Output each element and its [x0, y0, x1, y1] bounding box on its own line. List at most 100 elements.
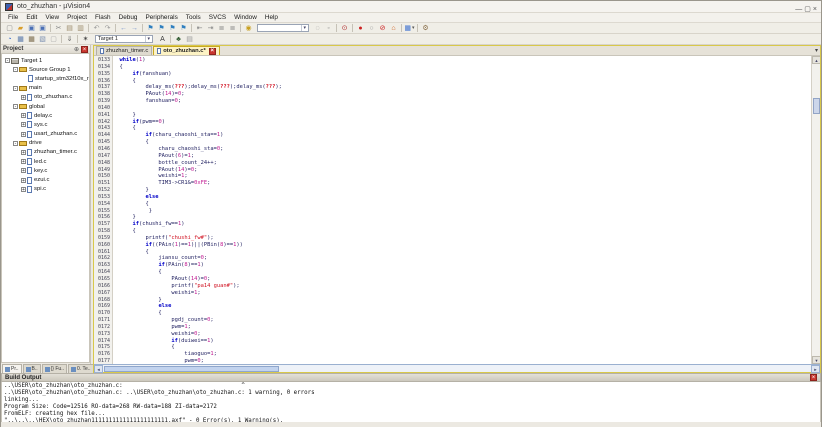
target-select[interactable]: Target 1 ▾	[95, 35, 153, 43]
options-for-target-icon[interactable]: ✶	[80, 35, 91, 44]
restore-button[interactable]: ▢	[804, 6, 811, 13]
expand-icon[interactable]: +	[21, 122, 26, 128]
project-panel-close-icon[interactable]: ×	[81, 45, 88, 53]
navigate-back-icon[interactable]: ←	[118, 24, 129, 33]
expand-icon[interactable]: +	[21, 186, 26, 192]
menu-view[interactable]: View	[41, 14, 63, 21]
indent-icon[interactable]: ⇥	[205, 24, 216, 33]
cut-icon[interactable]: ✂	[53, 24, 64, 33]
menu-tools[interactable]: Tools	[182, 14, 205, 21]
comment-icon[interactable]: ≣	[216, 24, 227, 33]
build-output-close-icon[interactable]: ×	[810, 374, 817, 381]
debug-target-icon[interactable]: ♣	[173, 35, 184, 44]
expand-icon[interactable]: +	[21, 131, 26, 137]
tab-close-icon[interactable]: ×	[208, 47, 216, 55]
save-icon[interactable]: ▣	[26, 24, 37, 33]
menu-debug[interactable]: Debug	[115, 14, 142, 21]
collapse-icon[interactable]: -	[13, 67, 18, 73]
stop-build-icon[interactable]: ▢	[48, 35, 59, 44]
new-file-icon[interactable]: ▢	[4, 24, 15, 33]
expand-icon[interactable]: +	[21, 149, 26, 155]
panel-tab-project[interactable]: Pr..	[2, 364, 22, 373]
menu-svcs[interactable]: SVCS	[205, 14, 230, 21]
kill-all-breakpoints-icon[interactable]: ⊘	[377, 24, 388, 33]
collapse-icon[interactable]: -	[5, 58, 10, 64]
expand-icon[interactable]: +	[21, 113, 26, 119]
panel-tab-functions[interactable]: {} Fu..	[41, 364, 67, 373]
configure-icon[interactable]: ⚙	[420, 24, 431, 33]
menu-edit[interactable]: Edit	[22, 14, 41, 21]
tree-item-usart-zhuzhan-c[interactable]: + usart_zhuzhan.c	[2, 130, 89, 139]
tree-item-target-1[interactable]: - Target 1	[2, 56, 89, 65]
document-tab-oto-zhuzhan-c-[interactable]: oto_zhuzhan.c* ×	[153, 46, 220, 55]
vertical-scrollbar[interactable]: ▲ ▼	[811, 56, 820, 364]
scroll-right-icon[interactable]: ►	[811, 365, 820, 373]
open-folder-icon[interactable]: ▰	[15, 24, 26, 33]
menu-window[interactable]: Window	[230, 14, 261, 21]
scroll-down-icon[interactable]: ▼	[812, 356, 820, 364]
panel-tab-books[interactable]: B..	[22, 364, 41, 373]
uncomment-icon[interactable]: ≣	[227, 24, 238, 33]
menu-flash[interactable]: Flash	[91, 14, 115, 21]
tree-item-startup-stm32f10x-r[interactable]: startup_stm32f10x_r	[2, 74, 89, 83]
pack-installer-icon[interactable]: ▤	[184, 35, 195, 44]
rebuild-all-icon[interactable]: ▦	[26, 35, 37, 44]
expand-icon[interactable]: +	[21, 94, 26, 100]
redo-icon[interactable]: ↷	[102, 24, 113, 33]
tree-item-sys-c[interactable]: + sys.c	[2, 120, 89, 129]
tree-item-ezui-c[interactable]: + ezui.c	[2, 175, 89, 184]
close-button[interactable]: ×	[813, 6, 817, 13]
search-combo[interactable]: ▾	[257, 24, 309, 32]
toggle-bookmark-icon[interactable]: ⚑	[145, 24, 156, 33]
undo-icon[interactable]: ↶	[91, 24, 102, 33]
collapse-icon[interactable]: -	[13, 85, 18, 91]
expand-icon[interactable]: +	[21, 177, 26, 183]
tree-item-key-c[interactable]: + key.c	[2, 166, 89, 175]
paste-icon[interactable]: ▥	[75, 24, 86, 33]
tree-item-oto-zhuzhan-c[interactable]: + oto_zhuzhan.c	[2, 93, 89, 102]
minimize-button[interactable]: —	[795, 6, 802, 13]
scroll-left-icon[interactable]: ◄	[94, 365, 103, 373]
tree-item-source-group-1[interactable]: - Source Group 1	[2, 65, 89, 74]
copy-icon[interactable]: ▤	[64, 24, 75, 33]
menu-project[interactable]: Project	[63, 14, 91, 21]
tree-item-led-c[interactable]: + led.c	[2, 157, 89, 166]
tab-list-dropdown-icon[interactable]: ▾	[815, 47, 818, 54]
document-tab-zhuzhan-timer-c[interactable]: zhuzhan_timer.c	[96, 46, 153, 55]
translate-file-icon[interactable]: ◔	[4, 35, 15, 44]
find-icon[interactable]: ⊙	[339, 24, 350, 33]
tree-item-main[interactable]: - main	[2, 84, 89, 93]
batch-build-icon[interactable]: ▧	[37, 35, 48, 44]
clear-bookmarks-icon[interactable]: ⚑	[178, 24, 189, 33]
debug-windows-icon[interactable]: ▦ ▾	[404, 24, 415, 33]
insert-breakpoint-icon[interactable]: ●	[355, 24, 366, 33]
navigate-forward-icon[interactable]: →	[129, 24, 140, 33]
tree-item-spi-c[interactable]: + spi.c	[2, 185, 89, 194]
tree-item-drive[interactable]: - drive	[2, 139, 89, 148]
build-icon[interactable]: ▦	[15, 35, 26, 44]
prev-bookmark-icon[interactable]: ⚑	[156, 24, 167, 33]
edit-components-icon[interactable]: A	[157, 35, 168, 44]
menu-peripherals[interactable]: Peripherals	[141, 14, 181, 21]
next-bookmark-icon[interactable]: ⚑	[167, 24, 178, 33]
menu-file[interactable]: File	[4, 14, 22, 21]
collapse-icon[interactable]: -	[13, 104, 18, 110]
horizontal-scroll-thumb[interactable]	[104, 366, 279, 372]
save-all-icon[interactable]: ▣	[37, 24, 48, 33]
tree-item-global[interactable]: - global	[2, 102, 89, 111]
horizontal-scrollbar[interactable]: ◄ ►	[94, 364, 820, 373]
panel-tab-templates[interactable]: 0. Te..	[67, 364, 94, 373]
expand-icon[interactable]: +	[21, 159, 26, 165]
scroll-up-icon[interactable]: ▲	[812, 56, 820, 64]
disable-breakpoint-icon[interactable]: ○	[366, 24, 377, 33]
expand-icon[interactable]: +	[21, 168, 26, 174]
code-editor[interactable]: while(1) { if(fanshuan) { delay_ms(???);…	[113, 56, 811, 364]
download-flash-icon[interactable]: ⇓	[64, 35, 75, 44]
pin-icon[interactable]: ⊕	[74, 46, 79, 53]
menu-help[interactable]: Help	[261, 14, 282, 21]
tree-item-zhuzhan-timer-c[interactable]: + zhuzhan_timer.c	[2, 148, 89, 157]
incremental-find-icon[interactable]: ◦	[323, 24, 334, 33]
vertical-scroll-thumb[interactable]	[813, 98, 820, 114]
find-next-icon[interactable]: ◌	[312, 24, 323, 33]
tree-item-delay-c[interactable]: + delay.c	[2, 111, 89, 120]
